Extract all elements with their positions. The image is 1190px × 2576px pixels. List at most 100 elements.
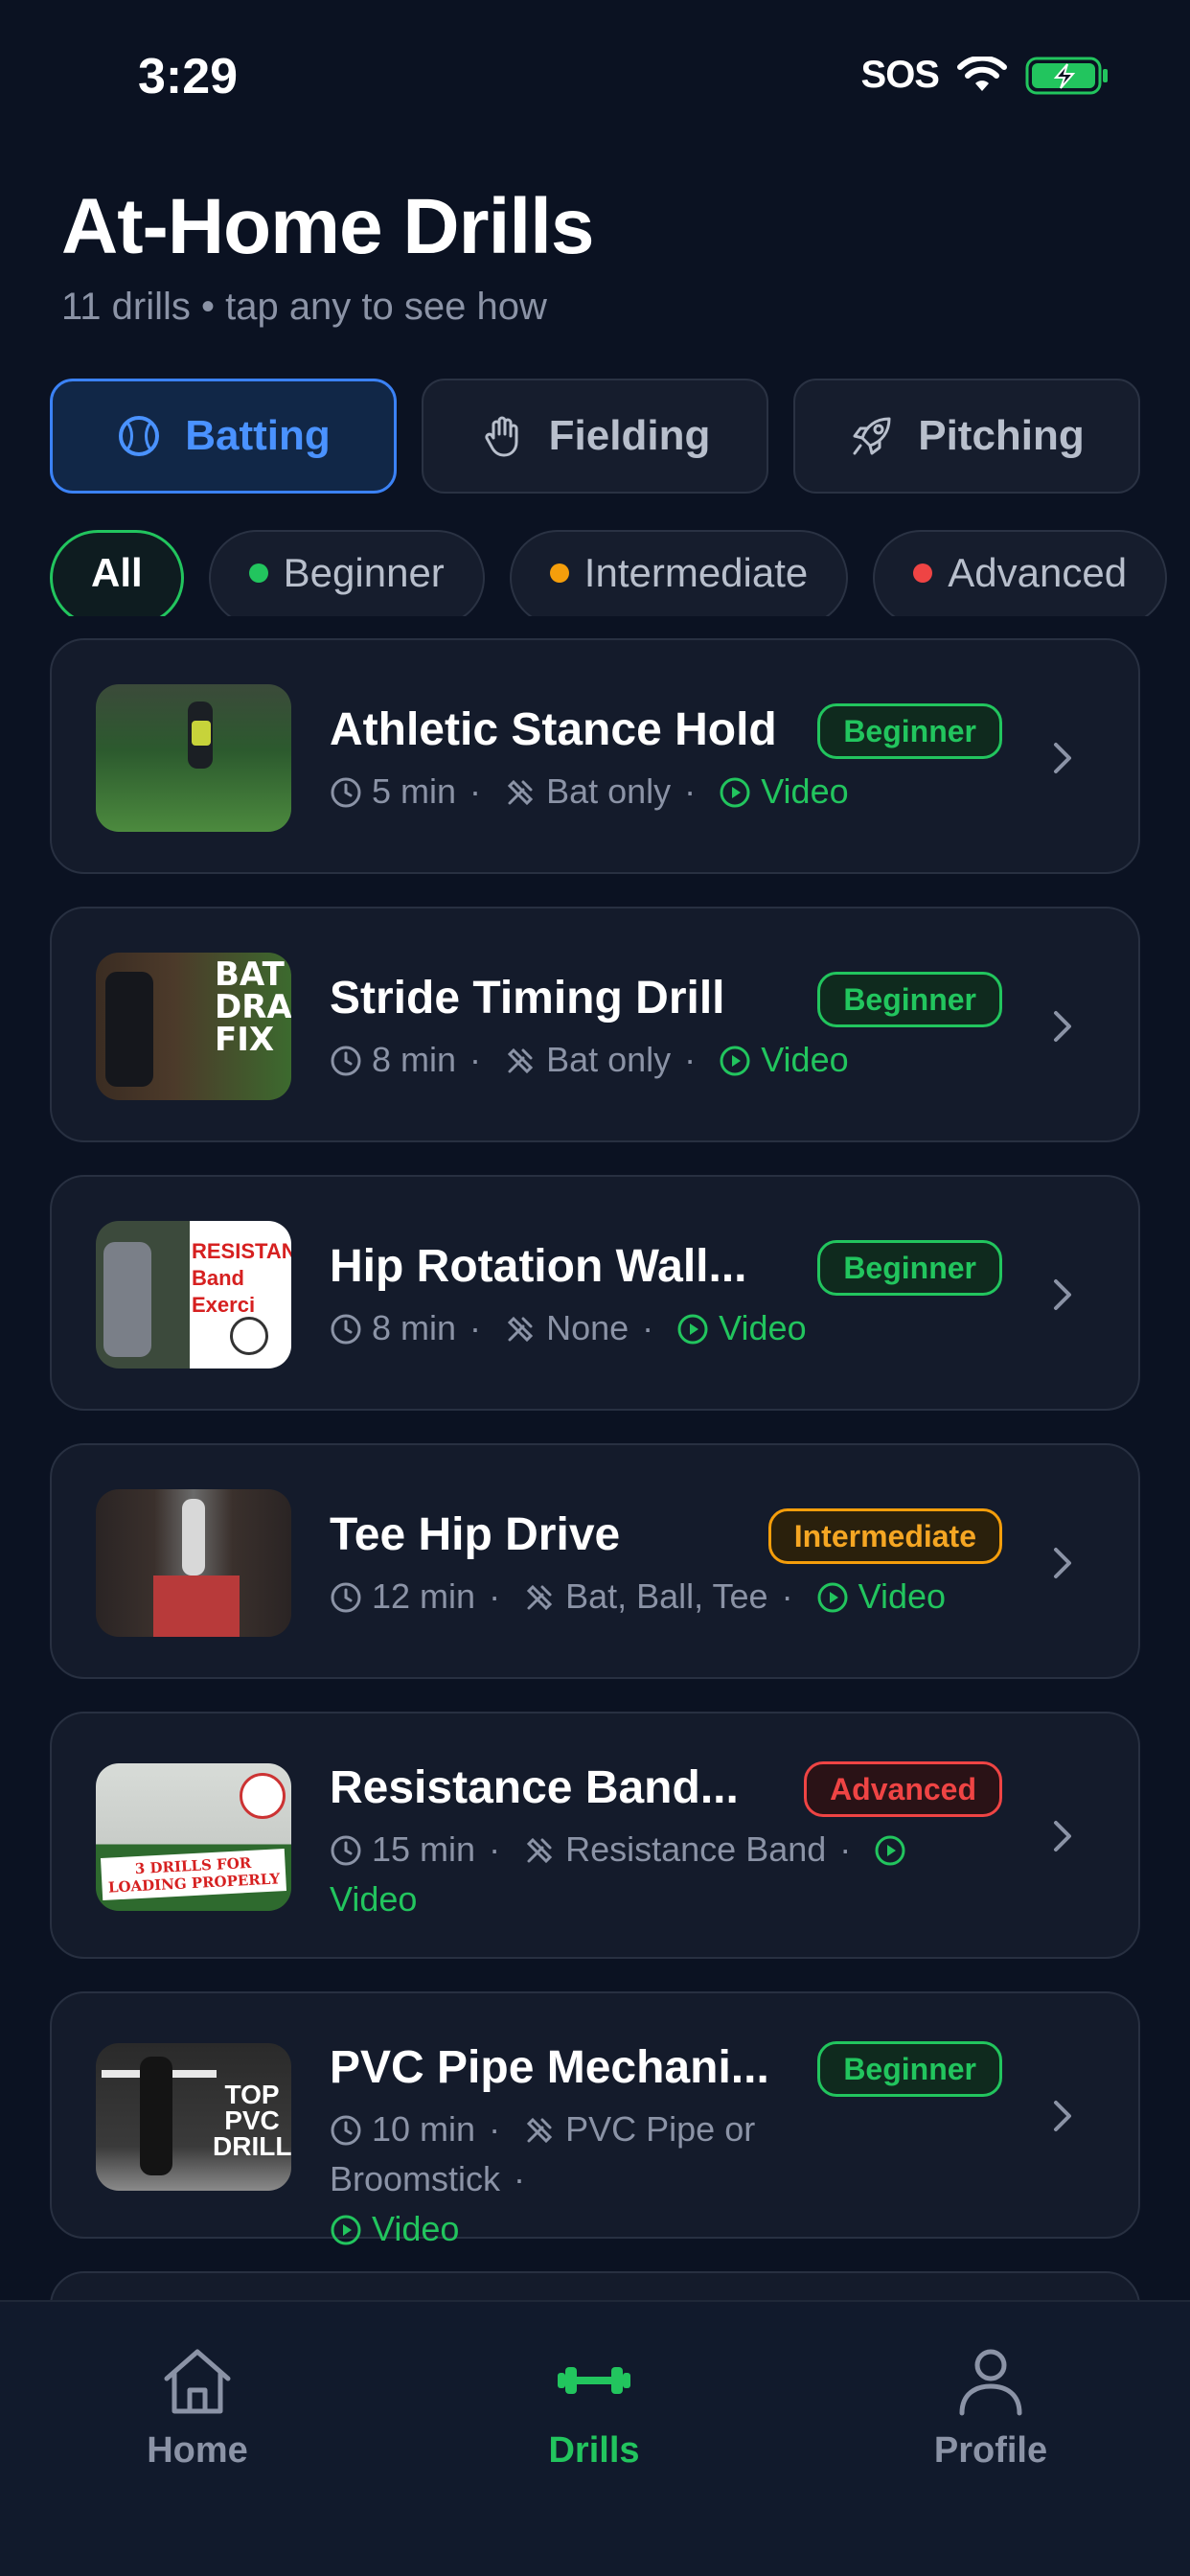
chevron-right-icon (1054, 1821, 1071, 1852)
dumbbell-icon (558, 2367, 630, 2394)
tools-icon (526, 1837, 553, 1864)
baseball-icon (119, 416, 160, 456)
drill-card[interactable] (50, 2271, 1140, 2300)
level-badge: Advanced (804, 1761, 1002, 1817)
drill-card[interactable]: 3 DRILLS FOR LOADING PROPERLY Resistance… (50, 1712, 1140, 1959)
tools-icon (507, 1316, 534, 1343)
drill-media: Video (372, 2209, 460, 2248)
home-icon (164, 2349, 231, 2414)
tab-profile-label: Profile (933, 2430, 1048, 2471)
clock-icon (331, 777, 361, 808)
drill-thumbnail: RESISTAN Band Exerci (96, 1221, 291, 1368)
tools-icon (507, 779, 534, 806)
filter-advanced-label: Advanced (948, 550, 1128, 595)
thumb-caption: TOP PVC DRILLS (213, 2080, 291, 2161)
drill-media: Video (761, 771, 849, 811)
category-tabs: Batting Fielding Pitching (50, 379, 1140, 494)
drill-equipment: Bat only (546, 771, 672, 811)
chevron-right-icon (1054, 1279, 1071, 1310)
drill-duration: 12 min (372, 1576, 476, 1616)
drill-card[interactable]: RESISTAN Band Exerci Hip Rotation Wall..… (50, 1175, 1140, 1411)
thumb-caption: RESISTAN Band Exerci (192, 1239, 291, 1317)
drill-equipment: Bat, Ball, Tee (565, 1576, 768, 1616)
person-icon (959, 2349, 1022, 2416)
drill-card[interactable]: Athletic Stance Hold Beginner 5 min · Bat… (50, 638, 1140, 874)
filter-intermediate-label: Intermediate (584, 550, 809, 595)
filter-all[interactable]: All (50, 530, 184, 616)
drill-title: Tee Hip Drive (330, 1509, 621, 1560)
drill-list: Athletic Stance Hold Beginner 5 min · Bat… (50, 638, 1140, 2300)
drill-thumbnail: TOP PVC DRILLS (96, 2043, 291, 2191)
play-circle-icon (817, 1582, 848, 1613)
tab-home-label: Home (147, 2430, 248, 2471)
rocket-icon (853, 417, 891, 455)
chevron-right-icon (1054, 1011, 1071, 1042)
drill-thumbnail: BAT DRAG FIX (96, 953, 291, 1100)
level-badge: Beginner (817, 703, 1002, 759)
filter-intermediate[interactable]: Intermediate (509, 530, 849, 616)
drill-media: Video (330, 1879, 418, 1919)
page-header: At-Home Drills 11 drills • tap any to se… (61, 182, 595, 329)
tab-profile[interactable]: Profile (847, 2342, 1134, 2472)
drill-meta: 10 min · PVC Pipe or Broomstick · Video (330, 2109, 756, 2248)
page-subtitle: 11 drills • tap any to see how (61, 286, 547, 328)
clock-icon (331, 2115, 361, 2146)
thumb-caption: 3 DRILLS FOR LOADING PROPERLY (100, 1849, 287, 1900)
drill-meta: 8 min · None · Video (330, 1303, 962, 1353)
tools-icon (507, 1047, 534, 1074)
tab-pitching[interactable]: Pitching (793, 379, 1140, 494)
drill-card[interactable]: Tee Hip Drive Intermediate 12 min · Bat, … (50, 1443, 1140, 1679)
chevron-right-icon (1054, 743, 1071, 773)
level-badge: Intermediate (767, 1508, 1002, 1564)
tab-pitching-label: Pitching (918, 412, 1085, 459)
bottom-tab-bar: Home Drills Profile (0, 2300, 1190, 2576)
play-circle-icon (720, 777, 750, 808)
tab-drills-label: Drills (548, 2430, 640, 2471)
play-circle-icon (677, 1314, 708, 1345)
carrier-label: SOS (860, 54, 940, 96)
drill-title: Athletic Stance Hold (330, 704, 777, 755)
advanced-dot (913, 564, 933, 583)
drill-card[interactable]: TOP PVC DRILLS PVC Pipe Mechani... Begin… (50, 1991, 1140, 2248)
status-indicators: SOS (861, 54, 1110, 97)
tab-home[interactable]: Home (54, 2342, 341, 2472)
clock-icon (331, 1582, 361, 1613)
page-title: At-Home Drills (61, 183, 595, 270)
intermediate-dot (549, 564, 569, 583)
tab-fielding-label: Fielding (548, 412, 711, 459)
drill-duration: 8 min (372, 1308, 457, 1347)
level-filters: All Beginner Intermediate Advanced (50, 530, 1190, 616)
clock-icon (331, 1835, 361, 1866)
tab-batting-label: Batting (185, 412, 331, 459)
filter-advanced[interactable]: Advanced (873, 530, 1168, 616)
level-badge: Beginner (817, 972, 1002, 1027)
thumb-caption: BAT DRAG FIX (215, 955, 291, 1059)
drill-duration: 15 min (372, 1829, 476, 1869)
tab-fielding[interactable]: Fielding (422, 379, 768, 494)
drill-title: Hip Rotation Wall... (330, 1241, 747, 1292)
chevron-right-icon (1054, 1548, 1071, 1578)
drill-meta: 8 min · Bat only · Video (330, 1035, 962, 1085)
drill-meta: 15 min · Resistance Band · Video (330, 1825, 962, 1924)
status-time: 3:29 (138, 49, 239, 104)
drill-title: Stride Timing Drill (330, 973, 725, 1024)
drill-media: Video (858, 1576, 947, 1616)
drill-card[interactable]: BAT DRAG FIX Stride Timing Drill Beginne… (50, 907, 1140, 1142)
filter-beginner[interactable]: Beginner (208, 530, 485, 616)
drill-thumbnail (96, 1489, 291, 1637)
tools-icon (526, 2117, 553, 2144)
wifi-icon (957, 56, 1007, 91)
filter-beginner-label: Beginner (283, 550, 445, 595)
battery-charging-icon (1025, 57, 1108, 94)
drill-equipment: Bat only (546, 1040, 672, 1079)
clock-icon (331, 1046, 361, 1076)
tab-drills[interactable]: Drills (450, 2342, 738, 2472)
tab-batting[interactable]: Batting (50, 379, 397, 494)
clock-icon (331, 1314, 361, 1345)
drill-equipment: Resistance Band (565, 1829, 827, 1869)
drill-duration: 5 min (372, 771, 457, 811)
drill-meta: 12 min · Bat, Ball, Tee · Video (330, 1572, 962, 1622)
drill-media: Video (719, 1308, 807, 1347)
drill-duration: 8 min (372, 1040, 457, 1079)
drill-meta: 5 min · Bat only · Video (330, 767, 962, 816)
